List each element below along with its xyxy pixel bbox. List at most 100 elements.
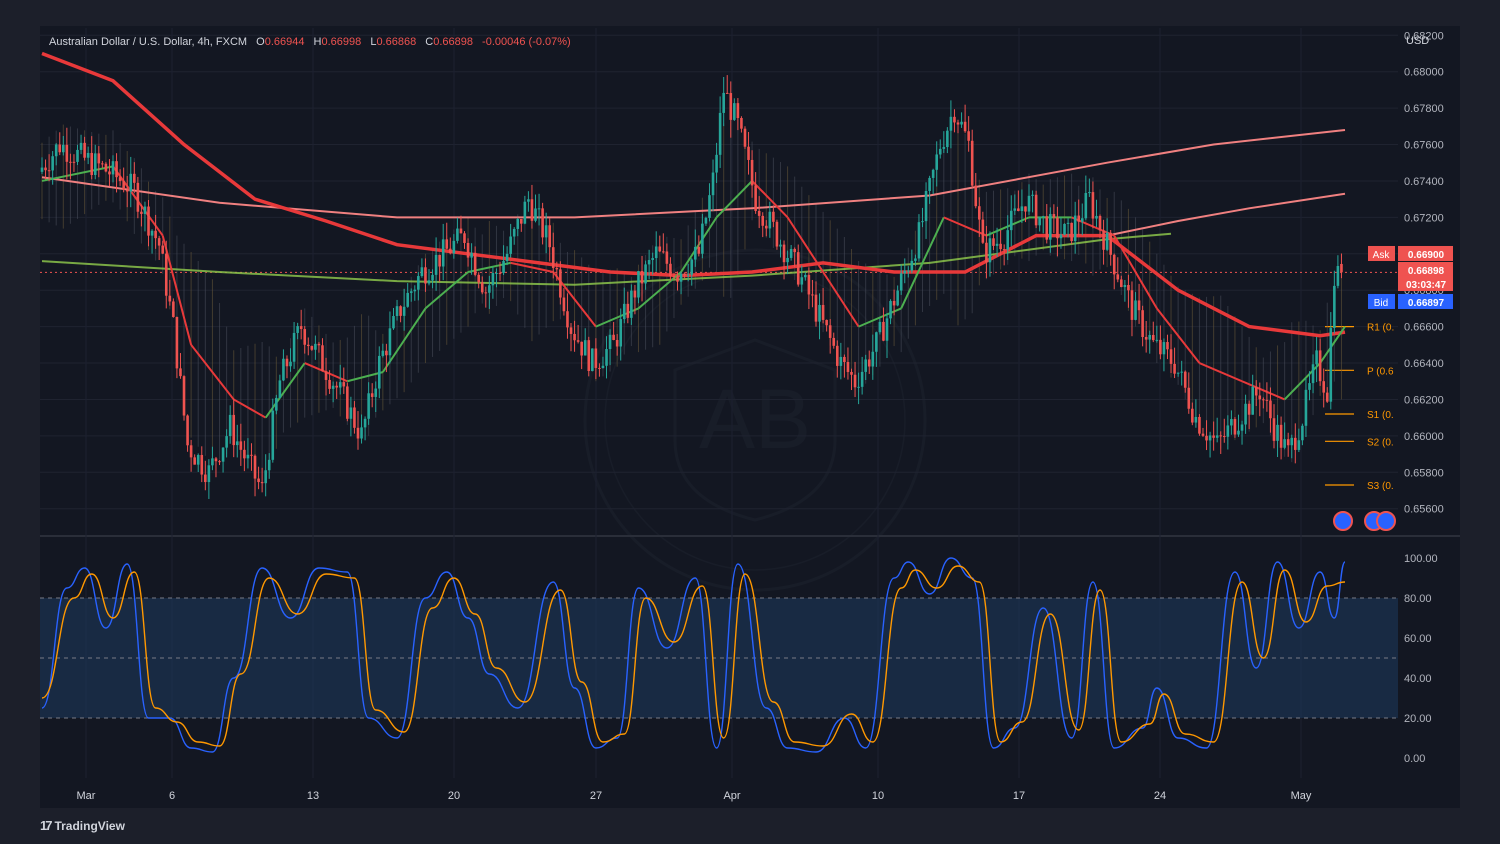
candle-body [317, 343, 321, 346]
candle-body [541, 208, 544, 238]
candle-body [576, 340, 580, 342]
candle-body [314, 343, 317, 350]
watermark-text: AB [699, 372, 811, 466]
candle-body [1077, 215, 1081, 222]
candle-body [86, 152, 90, 158]
candle-body [502, 260, 505, 274]
candle-body [860, 371, 864, 387]
candle-body [1219, 435, 1223, 437]
candle-body [715, 154, 718, 173]
time-tick: 13 [307, 790, 319, 802]
candle-body [750, 159, 754, 186]
candle-body [1049, 214, 1052, 240]
candle-body [349, 407, 353, 419]
candle-body [434, 254, 438, 275]
candle-body [310, 346, 314, 350]
candle-body [232, 414, 236, 446]
candle-body [62, 144, 65, 153]
candle-body [51, 156, 54, 171]
candle-body [1176, 372, 1180, 374]
flag-icon[interactable] [1333, 511, 1353, 531]
candle-body [949, 116, 953, 131]
candle-body [1148, 334, 1152, 340]
candle-body [942, 147, 946, 149]
candle-body [931, 169, 935, 178]
candle-body [1041, 216, 1045, 218]
candle-body [395, 306, 399, 317]
candle-body [946, 130, 949, 148]
candle-body [935, 154, 939, 170]
candle-body [193, 457, 196, 465]
candle-body [875, 332, 878, 352]
candle-body [651, 258, 654, 260]
candle-body [1237, 430, 1240, 435]
candle-body [143, 206, 147, 214]
candle-body [388, 328, 392, 356]
candle-body [356, 427, 360, 439]
candle-body [76, 149, 79, 162]
candle-body [1333, 285, 1336, 328]
candle-body [154, 230, 157, 239]
candle-body [1318, 350, 1322, 382]
candle-body [346, 386, 349, 419]
time-tick: May [1291, 790, 1312, 802]
candle-body [821, 304, 825, 320]
candle-body [331, 385, 335, 389]
candle-body [690, 259, 694, 275]
candle-body [441, 239, 445, 267]
sma-pink-line [41, 129, 1346, 219]
chart-canvas[interactable]: AB 0.682000.680000.678000.676000.674000.… [0, 0, 1500, 844]
open-value: 0.66944 [265, 36, 305, 48]
candle-body [1301, 425, 1304, 441]
candle-body [1222, 436, 1226, 438]
candle-body [466, 242, 470, 258]
candle-body [214, 458, 218, 462]
candle-body [69, 161, 72, 163]
candle-body [338, 382, 342, 388]
candle-body [928, 177, 931, 191]
symbol-title: Australian Dollar / U.S. Dollar, 4h, FXC… [49, 36, 247, 48]
tradingview-logo[interactable]: 17 TradingView [40, 818, 125, 833]
price-tick: 0.67600 [1404, 140, 1444, 152]
candle-body [40, 167, 44, 172]
candle-body [1006, 230, 1010, 250]
candle-body [647, 259, 651, 265]
candle-body [509, 236, 512, 254]
candle-body [1205, 435, 1208, 441]
pivot-label: S3 (0. [1367, 481, 1394, 492]
candle-body [243, 449, 246, 459]
candle-body [1254, 386, 1258, 396]
candle-body [1311, 364, 1315, 384]
candle-body [104, 163, 108, 172]
ema-fast-line [264, 362, 306, 419]
candle-body [733, 103, 736, 120]
candle-body [1283, 439, 1286, 448]
candle-body [93, 153, 97, 175]
candle-body [711, 172, 715, 196]
candle-body [1201, 433, 1205, 436]
tradingview-name: TradingView [54, 818, 125, 833]
ema-fast-line [1283, 362, 1321, 401]
candle-body [306, 344, 310, 347]
candle-body [853, 374, 857, 388]
candle-body [1009, 210, 1013, 231]
candle-body [683, 273, 686, 276]
candle-body [899, 273, 903, 291]
candle-body [140, 211, 143, 214]
candle-body [239, 441, 243, 450]
candle-body [835, 345, 839, 366]
candle-body [1134, 300, 1137, 320]
event-flags[interactable] [1333, 511, 1396, 531]
candle-body [459, 228, 463, 234]
candle-body [857, 386, 860, 388]
candle-body [1080, 218, 1084, 222]
candle-body [392, 316, 395, 329]
flag-icon[interactable] [1376, 511, 1396, 531]
candle-body [431, 274, 434, 281]
candle-body [537, 208, 541, 210]
candle-body [924, 190, 928, 222]
candle-body [679, 273, 683, 282]
candle-body [1258, 395, 1262, 400]
candle-body [1116, 274, 1120, 280]
candle-body [1102, 230, 1105, 250]
